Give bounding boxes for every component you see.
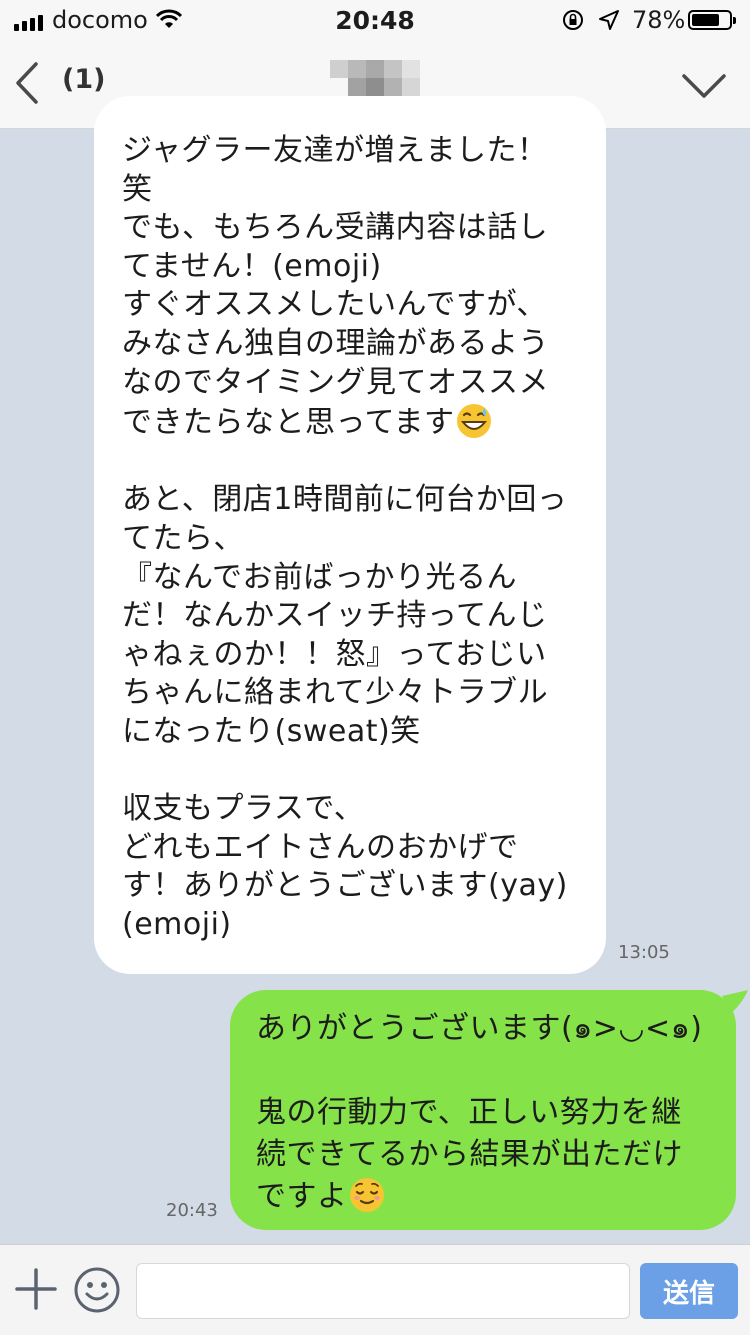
message-timestamp: 20:43 bbox=[166, 1200, 218, 1221]
battery-percent: 78% bbox=[632, 6, 686, 34]
message-text-part1: ありがとうございます(๑>◡<๑) 鬼の行動力で、正しい努力を継 続できてるから… bbox=[256, 1011, 703, 1214]
message-input-bar: 送信 bbox=[0, 1244, 750, 1335]
message-text: ありがとうございます(๑>◡<๑) 鬼の行動力で、正しい努力を継 続できてるから… bbox=[256, 1008, 722, 1218]
chevron-left-icon bbox=[16, 62, 38, 104]
message-timestamp: 13:05 bbox=[618, 942, 670, 963]
chevron-down-icon[interactable] bbox=[680, 66, 728, 106]
incoming-message-bubble[interactable]: ジャグラー友達が増えました！ 笑 でも、もちろん受講内容は話し てません！(em… bbox=[94, 96, 606, 974]
rotation-lock-icon bbox=[563, 10, 583, 30]
status-bar: docomo 20:48 78% bbox=[0, 0, 750, 40]
smiley-icon[interactable] bbox=[72, 1265, 122, 1315]
send-button[interactable]: 送信 bbox=[640, 1263, 738, 1319]
bubble-tail bbox=[722, 990, 748, 1014]
message-input[interactable] bbox=[136, 1263, 630, 1319]
unread-count[interactable]: (1) bbox=[62, 64, 105, 95]
location-arrow-icon bbox=[599, 10, 619, 30]
message-text-part1: ジャグラー友達が増えました！ 笑 でも、もちろん受講内容は話し てません！(em… bbox=[122, 133, 549, 441]
message-text-part2: あと、閉店1時間前に何台か回っ てたら、 『なんでお前ばっかり光るん だ！なんか… bbox=[122, 482, 568, 942]
outgoing-message-bubble[interactable]: ありがとうございます(๑>◡<๑) 鬼の行動力で、正しい努力を継 続できてるから… bbox=[230, 990, 748, 1230]
relieved-face-emoji bbox=[349, 1178, 384, 1212]
contact-name-pixelated bbox=[330, 60, 440, 96]
message-text: ジャグラー友達が増えました！ 笑 でも、もちろん受講内容は話し てません！(em… bbox=[122, 132, 592, 944]
grinning-sweat-emoji bbox=[456, 404, 491, 439]
plus-icon[interactable] bbox=[14, 1267, 58, 1311]
battery-icon bbox=[688, 10, 736, 30]
